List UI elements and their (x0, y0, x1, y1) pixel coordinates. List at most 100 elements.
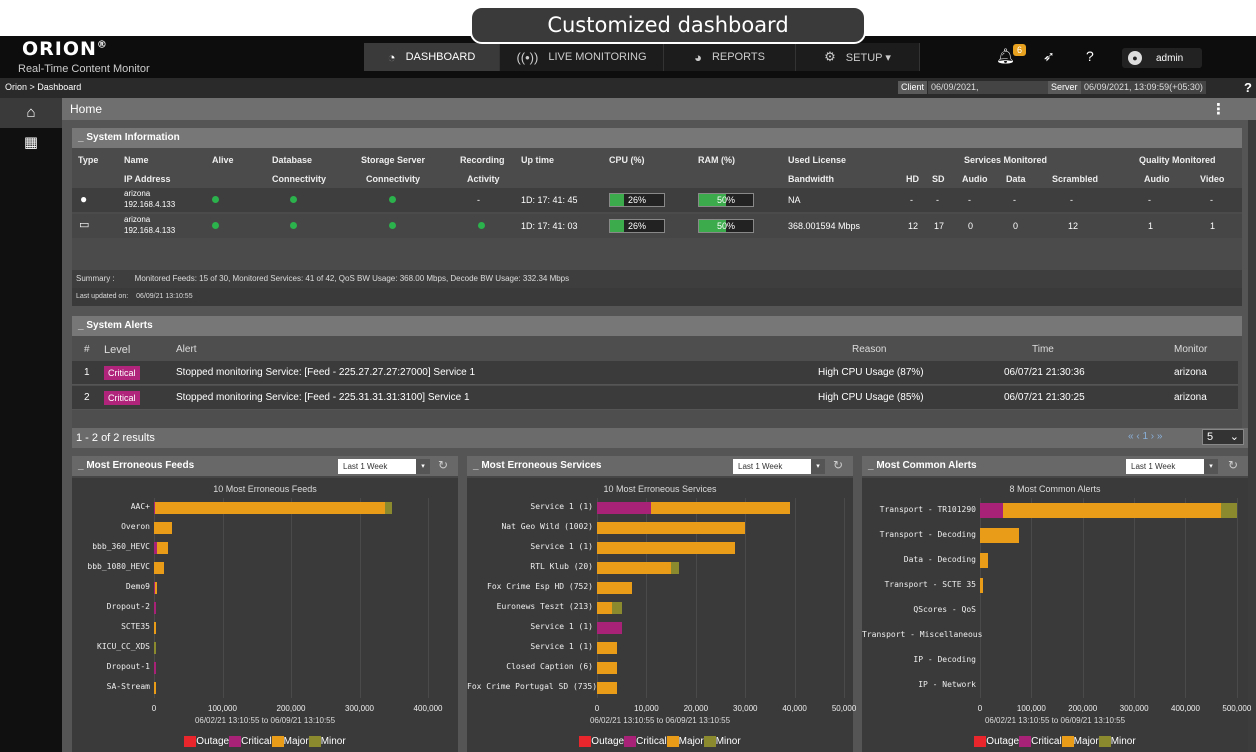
system-info-header[interactable]: _ System Information (72, 128, 1242, 148)
chevron-down-icon: ▾ (1204, 459, 1218, 474)
col-data: Data (1006, 174, 1026, 184)
user-menu[interactable]: ● admin (1122, 48, 1202, 68)
rocket-icon[interactable]: ➶ (1043, 48, 1055, 65)
alert-row[interactable]: 2 Critical Stopped monitoring Service: [… (72, 386, 1238, 410)
nav-live-monitoring[interactable]: ((•)) LIVE MONITORING (500, 43, 664, 71)
refresh-icon[interactable]: ↻ (833, 458, 843, 472)
bar-major[interactable] (980, 528, 1019, 543)
legend-label[interactable]: Major (679, 736, 704, 747)
col-level: Level (104, 344, 131, 356)
legend-label[interactable]: Outage (196, 736, 229, 747)
bar-major[interactable] (154, 562, 165, 574)
bar-major[interactable] (1003, 503, 1222, 518)
bar-major[interactable] (651, 502, 790, 514)
nav-setup[interactable]: ⚙ SETUP ▾ (796, 43, 920, 71)
bar-major[interactable] (597, 582, 632, 594)
legend-label[interactable]: Critical (1031, 736, 1062, 747)
row-name: arizona (124, 215, 151, 224)
grid-line (745, 498, 747, 698)
status-badge: Critical (104, 391, 140, 405)
legend-label[interactable]: Outage (986, 736, 1019, 747)
category-label: Nat Geo Wild (1002) (501, 522, 593, 531)
row-data: 0 (1013, 221, 1019, 231)
broadcast-icon: ((•)) (516, 49, 539, 65)
col-ip: IP Address (124, 174, 171, 184)
row-q-video: - (1210, 195, 1213, 205)
home-icon[interactable]: ⌂ (0, 98, 62, 128)
category-label: QScores - QoS (913, 604, 976, 614)
grid-line (1185, 498, 1187, 698)
category-label: AAC+ (130, 502, 150, 511)
refresh-icon[interactable]: ↻ (1228, 458, 1238, 472)
table-row[interactable]: ● arizona 192.168.4.133 - 1D: 17: 41: 45… (72, 188, 1242, 212)
bar-major[interactable] (154, 622, 157, 634)
client-label: Client (898, 81, 928, 94)
legend-label[interactable]: Major (284, 736, 309, 747)
help-icon[interactable]: ? (1086, 48, 1094, 64)
bar-major[interactable] (597, 562, 672, 574)
col-num: # (84, 344, 90, 355)
chart-legend: Outage Critical Major Minor (862, 736, 1248, 750)
alert-row[interactable]: 1 Critical Stopped monitoring Service: [… (72, 361, 1238, 385)
legend-label[interactable]: Critical (241, 736, 272, 747)
bar-critical[interactable] (597, 622, 622, 634)
page-size-select[interactable]: 5 ⌄ (1202, 429, 1244, 445)
bar-major[interactable] (980, 578, 983, 593)
bar-major[interactable] (597, 682, 617, 694)
bar-minor[interactable] (384, 502, 392, 514)
bar-critical[interactable] (154, 662, 156, 674)
col-activity: Activity (467, 174, 500, 184)
legend-label[interactable]: Minor (1111, 736, 1136, 747)
bar-critical[interactable] (980, 503, 1004, 518)
bar-major[interactable] (154, 682, 156, 694)
period-select[interactable]: Last 1 Week ▾ (733, 459, 825, 474)
bar-minor[interactable] (611, 602, 622, 614)
period-select[interactable]: Last 1 Week ▾ (1126, 459, 1218, 474)
chevron-down-icon: ▾ (811, 459, 825, 474)
legend-label[interactable]: Minor (321, 736, 346, 747)
bar-major[interactable] (980, 553, 988, 568)
bar-major[interactable] (597, 522, 746, 534)
bar-major[interactable] (155, 502, 385, 514)
alert-time: 06/07/21 21:30:36 (1004, 367, 1085, 378)
bar-major[interactable] (597, 602, 612, 614)
bar-critical[interactable] (597, 502, 652, 514)
grid-icon[interactable]: ▦ (0, 128, 62, 158)
pagination[interactable]: « ‹ 1 › » (1128, 431, 1162, 442)
bar-major[interactable] (597, 642, 617, 654)
bar-major[interactable] (154, 522, 173, 534)
legend-label[interactable]: Major (1074, 736, 1099, 747)
bar-minor[interactable] (671, 562, 679, 574)
row-scrambled: - (1070, 195, 1073, 205)
bar-major[interactable] (155, 582, 158, 594)
refresh-icon[interactable]: ↻ (438, 458, 448, 472)
scrollbar[interactable] (1248, 120, 1256, 752)
bar-major[interactable] (157, 542, 169, 554)
alert-num: 1 (84, 367, 90, 378)
legend-swatch (624, 736, 637, 747)
grid-line (428, 498, 430, 698)
table-row[interactable]: ▭ arizona 192.168.4.133 1D: 17: 41: 03 2… (72, 214, 1242, 238)
results-count: 1 - 2 of 2 results (72, 428, 1248, 448)
legend-label[interactable]: Critical (636, 736, 667, 747)
db-status (290, 222, 297, 229)
chevron-down-icon: ⌄ (1229, 431, 1239, 443)
nav-dashboard[interactable]: ◔ DASHBOARD (364, 43, 500, 71)
system-alerts-header[interactable]: _ System Alerts (72, 316, 1242, 336)
col-recording: Recording (460, 155, 505, 165)
legend-label[interactable]: Outage (591, 736, 624, 747)
bar-minor[interactable] (154, 642, 156, 654)
legend-label[interactable]: Minor (716, 736, 741, 747)
period-select[interactable]: Last 1 Week ▾ (338, 459, 430, 474)
bar-minor[interactable] (1221, 503, 1237, 518)
bar-critical[interactable] (154, 602, 156, 614)
row-q-audio: - (1148, 195, 1151, 205)
db-status (290, 196, 297, 203)
more-options-icon[interactable]: ⋮ (1211, 100, 1226, 118)
nav-reports[interactable]: ◕ REPORTS (664, 43, 796, 71)
category-label: IP - Decoding (913, 654, 976, 664)
col-alive: Alive (212, 155, 234, 165)
help-icon[interactable]: ? (1244, 80, 1252, 95)
bar-major[interactable] (597, 662, 617, 674)
bar-major[interactable] (597, 542, 736, 554)
